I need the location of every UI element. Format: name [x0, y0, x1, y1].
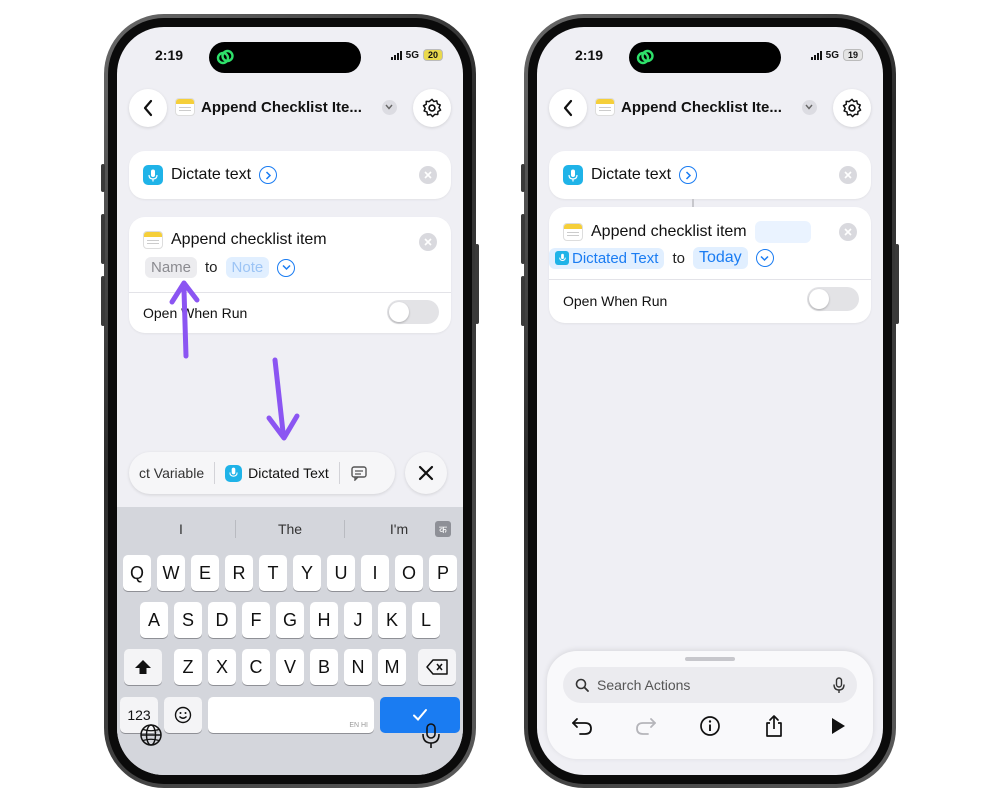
chevron-down-icon[interactable]: [801, 99, 817, 115]
shortcut-title-text: Append Checklist Ite...: [621, 98, 782, 116]
volume-up-button: [521, 214, 525, 264]
selection-highlight: [754, 221, 811, 243]
chevron-left-icon: [563, 99, 573, 117]
dictate-text-action[interactable]: Dictate text: [549, 151, 871, 199]
run-button[interactable]: [825, 713, 851, 739]
remove-action-icon[interactable]: [839, 166, 857, 184]
open-when-run-toggle[interactable]: [807, 287, 859, 311]
search-icon: [575, 678, 589, 692]
dynamic-island: [629, 42, 781, 73]
volume-down-button: [521, 276, 525, 326]
redo-button[interactable]: [633, 713, 659, 739]
status-indicators: 5G 19: [810, 49, 863, 61]
chevron-right-icon[interactable]: [679, 166, 698, 184]
back-button[interactable]: [549, 89, 587, 127]
connector-label: to: [672, 249, 685, 267]
microphone-icon: [563, 165, 583, 185]
share-button[interactable]: [761, 713, 787, 739]
phone-right: 2:19 5G 19 Append Checklist Ite... Dicta…: [521, 14, 899, 788]
append-checklist-action[interactable]: Append checklist item Dictated Text to T…: [549, 207, 871, 323]
action-dock: Search Actions: [547, 651, 873, 759]
gear-icon: [842, 98, 862, 118]
status-time: 2:19: [575, 47, 604, 63]
search-placeholder: Search Actions: [597, 677, 691, 693]
status-bar: 2:19 5G 19: [537, 27, 883, 73]
screen: 2:19 5G 19 Append Checklist Ite... Dicta…: [537, 27, 883, 775]
note-parameter[interactable]: Today: [692, 247, 748, 269]
search-actions-field[interactable]: Search Actions: [563, 667, 857, 703]
action-label: Append checklist item: [591, 223, 747, 240]
remove-action-icon[interactable]: [839, 223, 857, 241]
sheet-grabber[interactable]: [685, 657, 735, 661]
action-label: Dictate text: [591, 166, 672, 183]
arrow-up-annotation: [169, 280, 200, 359]
action-button: [521, 164, 525, 192]
navigation-bar: Append Checklist Ite...: [549, 89, 871, 129]
info-icon: [700, 716, 720, 736]
chevron-down-icon[interactable]: [755, 249, 774, 267]
info-button[interactable]: [697, 713, 723, 739]
name-parameter[interactable]: Dictated Text: [549, 247, 665, 269]
signal-icon: [810, 50, 822, 60]
divider: [549, 279, 871, 280]
notes-icon: [563, 223, 583, 241]
power-button: [895, 244, 899, 324]
shortcuts-running-icon: [636, 49, 654, 65]
network-label: 5G: [825, 49, 839, 61]
settings-button[interactable]: [833, 89, 871, 127]
share-icon: [766, 715, 782, 737]
microphone-icon[interactable]: [833, 676, 845, 694]
arrow-down-annotation: [266, 357, 300, 441]
microphone-icon: [555, 251, 569, 265]
open-when-run-label: Open When Run: [563, 293, 668, 309]
editor-toolbar: [569, 713, 851, 739]
play-icon: [832, 718, 845, 734]
undo-icon: [572, 718, 592, 735]
redo-icon: [636, 718, 656, 735]
action-connector: [692, 199, 694, 207]
notes-icon: [595, 98, 615, 116]
battery-icon: 19: [842, 49, 863, 61]
shortcut-title[interactable]: Append Checklist Ite...: [595, 98, 817, 116]
undo-button[interactable]: [569, 713, 595, 739]
